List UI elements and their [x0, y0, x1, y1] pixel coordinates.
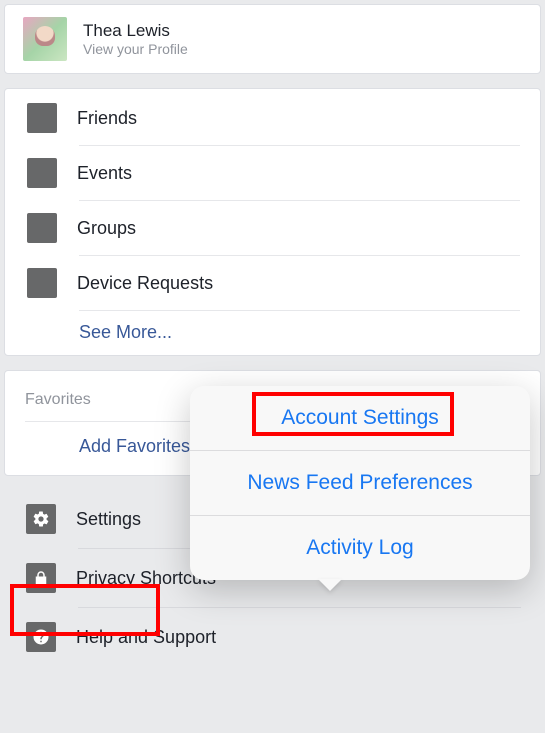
shortcut-label: Groups [77, 219, 136, 237]
shortcut-events[interactable]: Events [5, 146, 540, 200]
shortcut-friends[interactable]: Friends [5, 91, 540, 145]
placeholder-icon [27, 268, 57, 298]
shortcut-label: Friends [77, 109, 137, 127]
shortcuts-card: Friends Events Groups Device Requests Se… [4, 88, 541, 356]
profile-subtitle: View your Profile [83, 41, 188, 59]
avatar [23, 17, 67, 61]
settings-label: Settings [76, 510, 141, 528]
placeholder-icon [27, 158, 57, 188]
popover-news-feed-preferences[interactable]: News Feed Preferences [190, 451, 530, 515]
profile-name: Thea Lewis [83, 20, 188, 41]
help-label: Help and Support [76, 628, 216, 646]
gear-icon [26, 504, 56, 534]
shortcut-label: Device Requests [77, 274, 213, 292]
placeholder-icon [27, 213, 57, 243]
profile-card[interactable]: Thea Lewis View your Profile [4, 4, 541, 74]
shortcut-groups[interactable]: Groups [5, 201, 540, 255]
popover-account-settings[interactable]: Account Settings [190, 386, 530, 450]
help-support-row[interactable]: Help and Support [4, 608, 541, 666]
popover-activity-log[interactable]: Activity Log [190, 516, 530, 580]
help-icon [26, 622, 56, 652]
see-more-label: See More... [79, 323, 172, 341]
shortcut-label: Events [77, 164, 132, 182]
lock-icon [26, 563, 56, 593]
popover-tail [318, 579, 342, 591]
shortcut-device-requests[interactable]: Device Requests [5, 256, 540, 310]
see-more-link[interactable]: See More... [5, 311, 540, 353]
placeholder-icon [27, 103, 57, 133]
settings-popover: Account Settings News Feed Preferences A… [190, 386, 530, 580]
